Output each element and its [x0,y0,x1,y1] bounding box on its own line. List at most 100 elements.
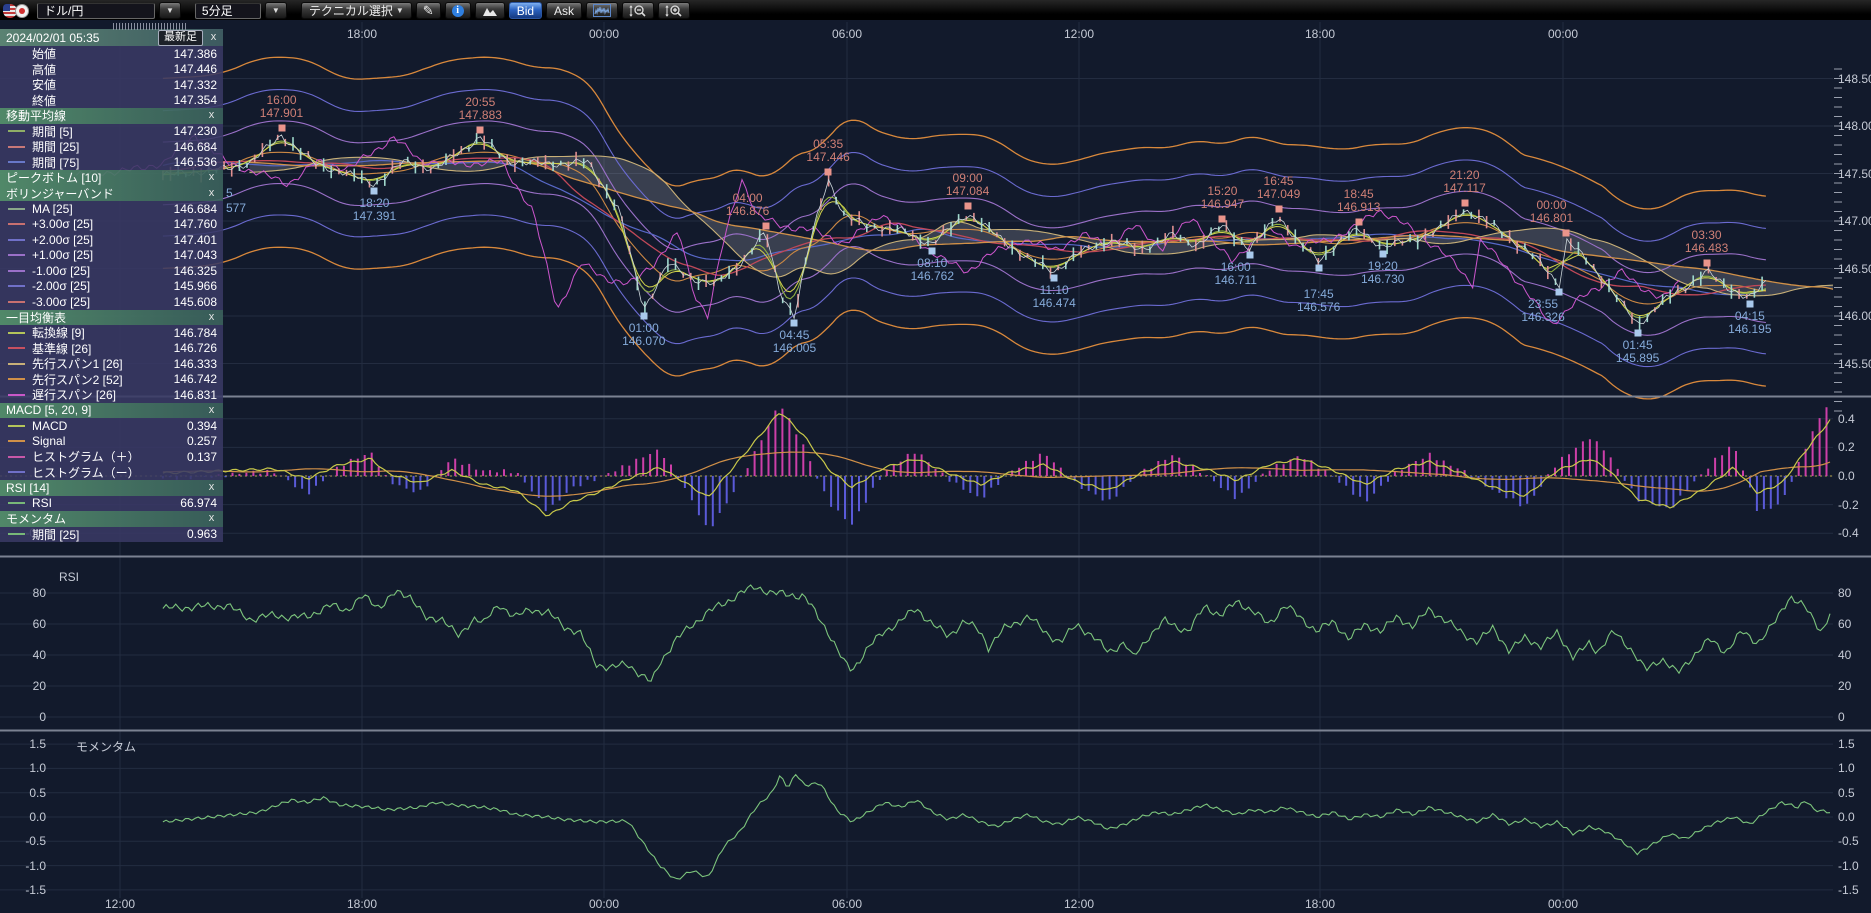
price-axis-label: 148.50 [1838,72,1871,86]
bottom-annotation: 18:20147.391 [353,197,396,223]
momentum-axis-label-left: -1.5 [0,883,46,897]
peak-marker [1461,199,1468,206]
rsi-axis-label-right: 40 [1838,648,1851,662]
row-value: 146.536 [174,155,217,169]
technical-select-label: テクニカル選択 [309,2,393,19]
chart-style-button[interactable] [475,2,505,19]
rsi-axis-label-left: 40 [0,648,46,662]
peak-marker [762,222,769,229]
momentum-axis-label-left: -1.0 [0,859,46,873]
pair-select[interactable]: ドル/円 [37,3,155,19]
momentum-axis-label-left: -0.5 [0,834,46,848]
momentum-axis-label-right: -1.5 [1838,883,1859,897]
info-button[interactable]: i [445,2,471,19]
close-icon[interactable]: x [206,405,217,416]
row-label: -1.00σ [25] [32,264,174,278]
close-icon[interactable]: x [206,172,217,183]
annotation-price: 146.483 [1685,242,1728,255]
panel-section-header: 一目均衡表 x [0,310,223,326]
panel-section-header: MACD [5, 20, 9] x [0,403,223,419]
row-value: 147.760 [174,217,217,231]
close-icon[interactable]: x [206,513,217,524]
momentum-axis-label-left: 1.5 [0,737,46,751]
peak-annotation: 20:55147.883 [459,96,502,122]
row-label: Signal [32,434,187,448]
section-label: MACD [5, 20, 9] [6,403,206,417]
macd-axis-label: 0.2 [1838,440,1855,454]
series-color-swatch [8,456,25,458]
series-color-swatch [8,301,25,303]
peak-annotation: 16:45147.049 [1257,175,1300,201]
bid-label: Bid [517,4,534,18]
chevron-down-icon: ▼ [396,6,404,15]
panel-value-row: +3.00σ [25] 147.760 [0,217,223,233]
section-label: ピークボトム [10] [6,169,206,186]
trading-app: { "toolbar": { "pair": "ドル/円", "timefram… [0,0,1871,913]
close-icon[interactable]: x [206,312,217,323]
latest-candle-button[interactable]: 最新足 [158,30,203,46]
row-label: 期間 [25] [32,138,174,155]
timeframe-label: 5分足 [202,2,233,19]
series-color-swatch [8,99,25,101]
annotation-price: 146.947 [1201,198,1244,211]
zoom-out-button[interactable] [622,2,654,19]
annotation-price: 147.901 [260,107,303,120]
series-color-swatch [8,440,25,442]
momentum-axis-label-right: 1.5 [1838,737,1855,751]
chart-canvas[interactable] [0,0,1871,913]
pair-label: ドル/円 [44,2,83,19]
bottom-annotation: 23:55146.326 [1521,298,1564,324]
annotation-price: 147.049 [1257,188,1300,201]
series-color-swatch [8,533,25,535]
annotation-price: 146.801 [1530,212,1573,225]
close-icon[interactable]: x [206,110,217,121]
momentum-axis-label-right: -1.0 [1838,859,1859,873]
annotation-price: 146.730 [1361,273,1404,286]
panel-value-row: 終値 147.354 [0,93,223,109]
panel-section-header: ボリンジャーバンド x [0,186,223,202]
momentum-axis-label-left: 0.0 [0,810,46,824]
pair-dropdown-button[interactable]: ▼ [159,2,181,19]
close-icon[interactable]: x [206,482,217,493]
row-label: 終値 [32,92,174,109]
row-label: 期間 [5] [32,123,174,140]
timeframe-select[interactable]: 5分足 [195,3,261,19]
bottom-marker [1556,289,1563,296]
row-label: 先行スパン1 [26] [32,355,174,372]
annotation-price: 147.883 [459,109,502,122]
tick-chart-button[interactable] [586,2,618,19]
ask-button[interactable]: Ask [546,2,582,19]
timeframe-dropdown-button[interactable]: ▼ [265,2,287,19]
row-value: 147.401 [174,233,217,247]
time-axis-label-bottom: 00:00 [1548,897,1578,911]
rsi-panel-title: RSI [59,570,79,584]
row-value: 146.333 [174,357,217,371]
panel-value-row: 先行スパン2 [52] 146.742 [0,372,223,388]
row-label: 期間 [75] [32,154,174,171]
zoom-in-button[interactable] [658,2,690,19]
rsi-axis-label-left: 80 [0,586,46,600]
peak-marker [1219,216,1226,223]
row-value: 0.394 [187,419,217,433]
time-axis-label-bottom: 00:00 [589,897,619,911]
row-value: 145.966 [174,279,217,293]
technical-select-button[interactable]: テクニカル選択 ▼ [301,2,412,19]
time-axis-label-top: 12:00 [1064,27,1094,41]
close-icon[interactable]: x [206,188,217,199]
panel-value-row: -3.00σ [25] 145.608 [0,294,223,310]
series-color-swatch [8,378,25,380]
bid-button[interactable]: Bid [509,2,542,19]
bottom-marker [1315,265,1322,272]
panel-value-row: MA [25] 146.684 [0,201,223,217]
mini-scrollbar[interactable] [113,23,187,30]
row-label: ヒストグラム（＋） [32,448,187,465]
section-label: RSI [14] [6,481,206,495]
panel-section-header: 移動平均線 x [0,108,223,124]
draw-tool-button[interactable]: ✎ [416,2,441,19]
close-icon[interactable]: x [208,32,219,43]
price-axis-label: 147.50 [1838,167,1871,181]
peak-annotation: 15:20146.947 [1201,185,1244,211]
panel-section-header: モメンタム x [0,511,223,527]
row-value: 0.963 [187,527,217,541]
row-label: 遅行スパン [26] [32,386,174,403]
